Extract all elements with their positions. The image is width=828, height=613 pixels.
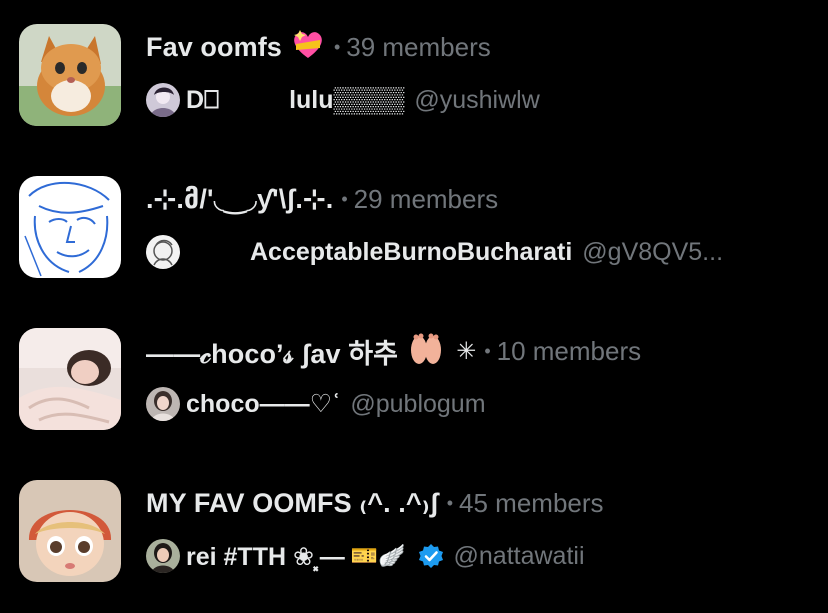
sparkling-heart-icon [290,29,326,65]
list-title-line: Fav oomfs • 39 members [146,27,491,67]
owner-display-name: AcceptableBurnoBucharati [250,237,573,266]
list-thumbnail [19,24,121,126]
owner-handle: @yushiwlw [414,85,540,114]
list-name: .⊹.მ/'◟‿◞ƴ'\ʃ.⊹. [146,183,334,214]
doll-image-icon [19,480,121,582]
lists-container: Fav oomfs • 39 members D⎕ lulu▒▒▒▒ @yush… [0,0,828,613]
list-name: MY FAV OOMFS ₍^. .^₎ʃ [146,487,439,518]
feet-icon [406,332,446,371]
sketch-portrait-icon [19,176,121,278]
member-count: 39 members [346,31,491,62]
member-count: 10 members [496,335,642,366]
list-owner-line[interactable]: choco——♡ʿ @publogum [146,385,486,423]
list-name: ——𝒸hoco’𝓈 ʃav 하추 [146,338,399,369]
separator-dot: • [484,340,491,361]
separator-dot: • [333,36,341,57]
list-item[interactable]: ——𝒸hoco’𝓈 ʃav 하추 ✳ • 10 members choco——♡… [0,319,828,449]
avatar[interactable] [146,235,180,269]
list-name: Fav oomfs [146,31,282,62]
owner-display-name: choco——♡ʿ [186,390,341,418]
owner-handle: @publogum [350,389,486,418]
sparkle-symbol: ✳ [456,337,477,365]
separator-dot: • [446,492,454,513]
owner-display-name: lulu▒▒▒▒ [289,85,405,114]
owner-display-name: rei #TTH ❀⸼— [186,543,345,571]
list-item[interactable]: Fav oomfs • 39 members D⎕ lulu▒▒▒▒ @yush… [0,15,828,145]
avatar[interactable] [146,83,180,117]
list-thumbnail [19,328,121,430]
list-owner-line[interactable]: D⎕ lulu▒▒▒▒ @yushiwlw [146,81,540,119]
verified-badge-icon [418,543,444,569]
list-owner-line[interactable]: rei #TTH ❀⸼— 🎫🪽 @nattawatii [146,537,585,575]
list-thumbnail [19,176,121,278]
kitten-image-icon [19,24,121,126]
avatar[interactable] [146,539,180,573]
list-item[interactable]: .⊹.მ/'◟‿◞ƴ'\ʃ.⊹. • 29 members Acceptable… [0,167,828,297]
list-title-line: .⊹.მ/'◟‿◞ƴ'\ʃ.⊹. • 29 members [146,179,498,219]
list-thumbnail [19,480,121,582]
owner-name-prefix: D⎕ [186,85,220,114]
member-count: 45 members [459,487,604,518]
owner-name-emojis: 🎫🪽 [350,543,406,568]
member-count: 29 members [353,183,499,214]
owner-handle: @nattawatii [453,541,585,570]
list-title-line: MY FAV OOMFS ₍^. .^₎ʃ • 45 members [146,483,604,523]
owner-handle: @gV8QV5... [582,237,724,266]
list-title-line: ——𝒸hoco’𝓈 ʃav 하추 ✳ • 10 members [146,331,641,371]
separator-dot: • [341,188,348,209]
resting-person-image-icon [19,328,121,430]
list-owner-line[interactable]: AcceptableBurnoBucharati @gV8QV5... [146,233,723,271]
avatar[interactable] [146,387,180,421]
list-item[interactable]: MY FAV OOMFS ₍^. .^₎ʃ • 45 members rei #… [0,471,828,601]
